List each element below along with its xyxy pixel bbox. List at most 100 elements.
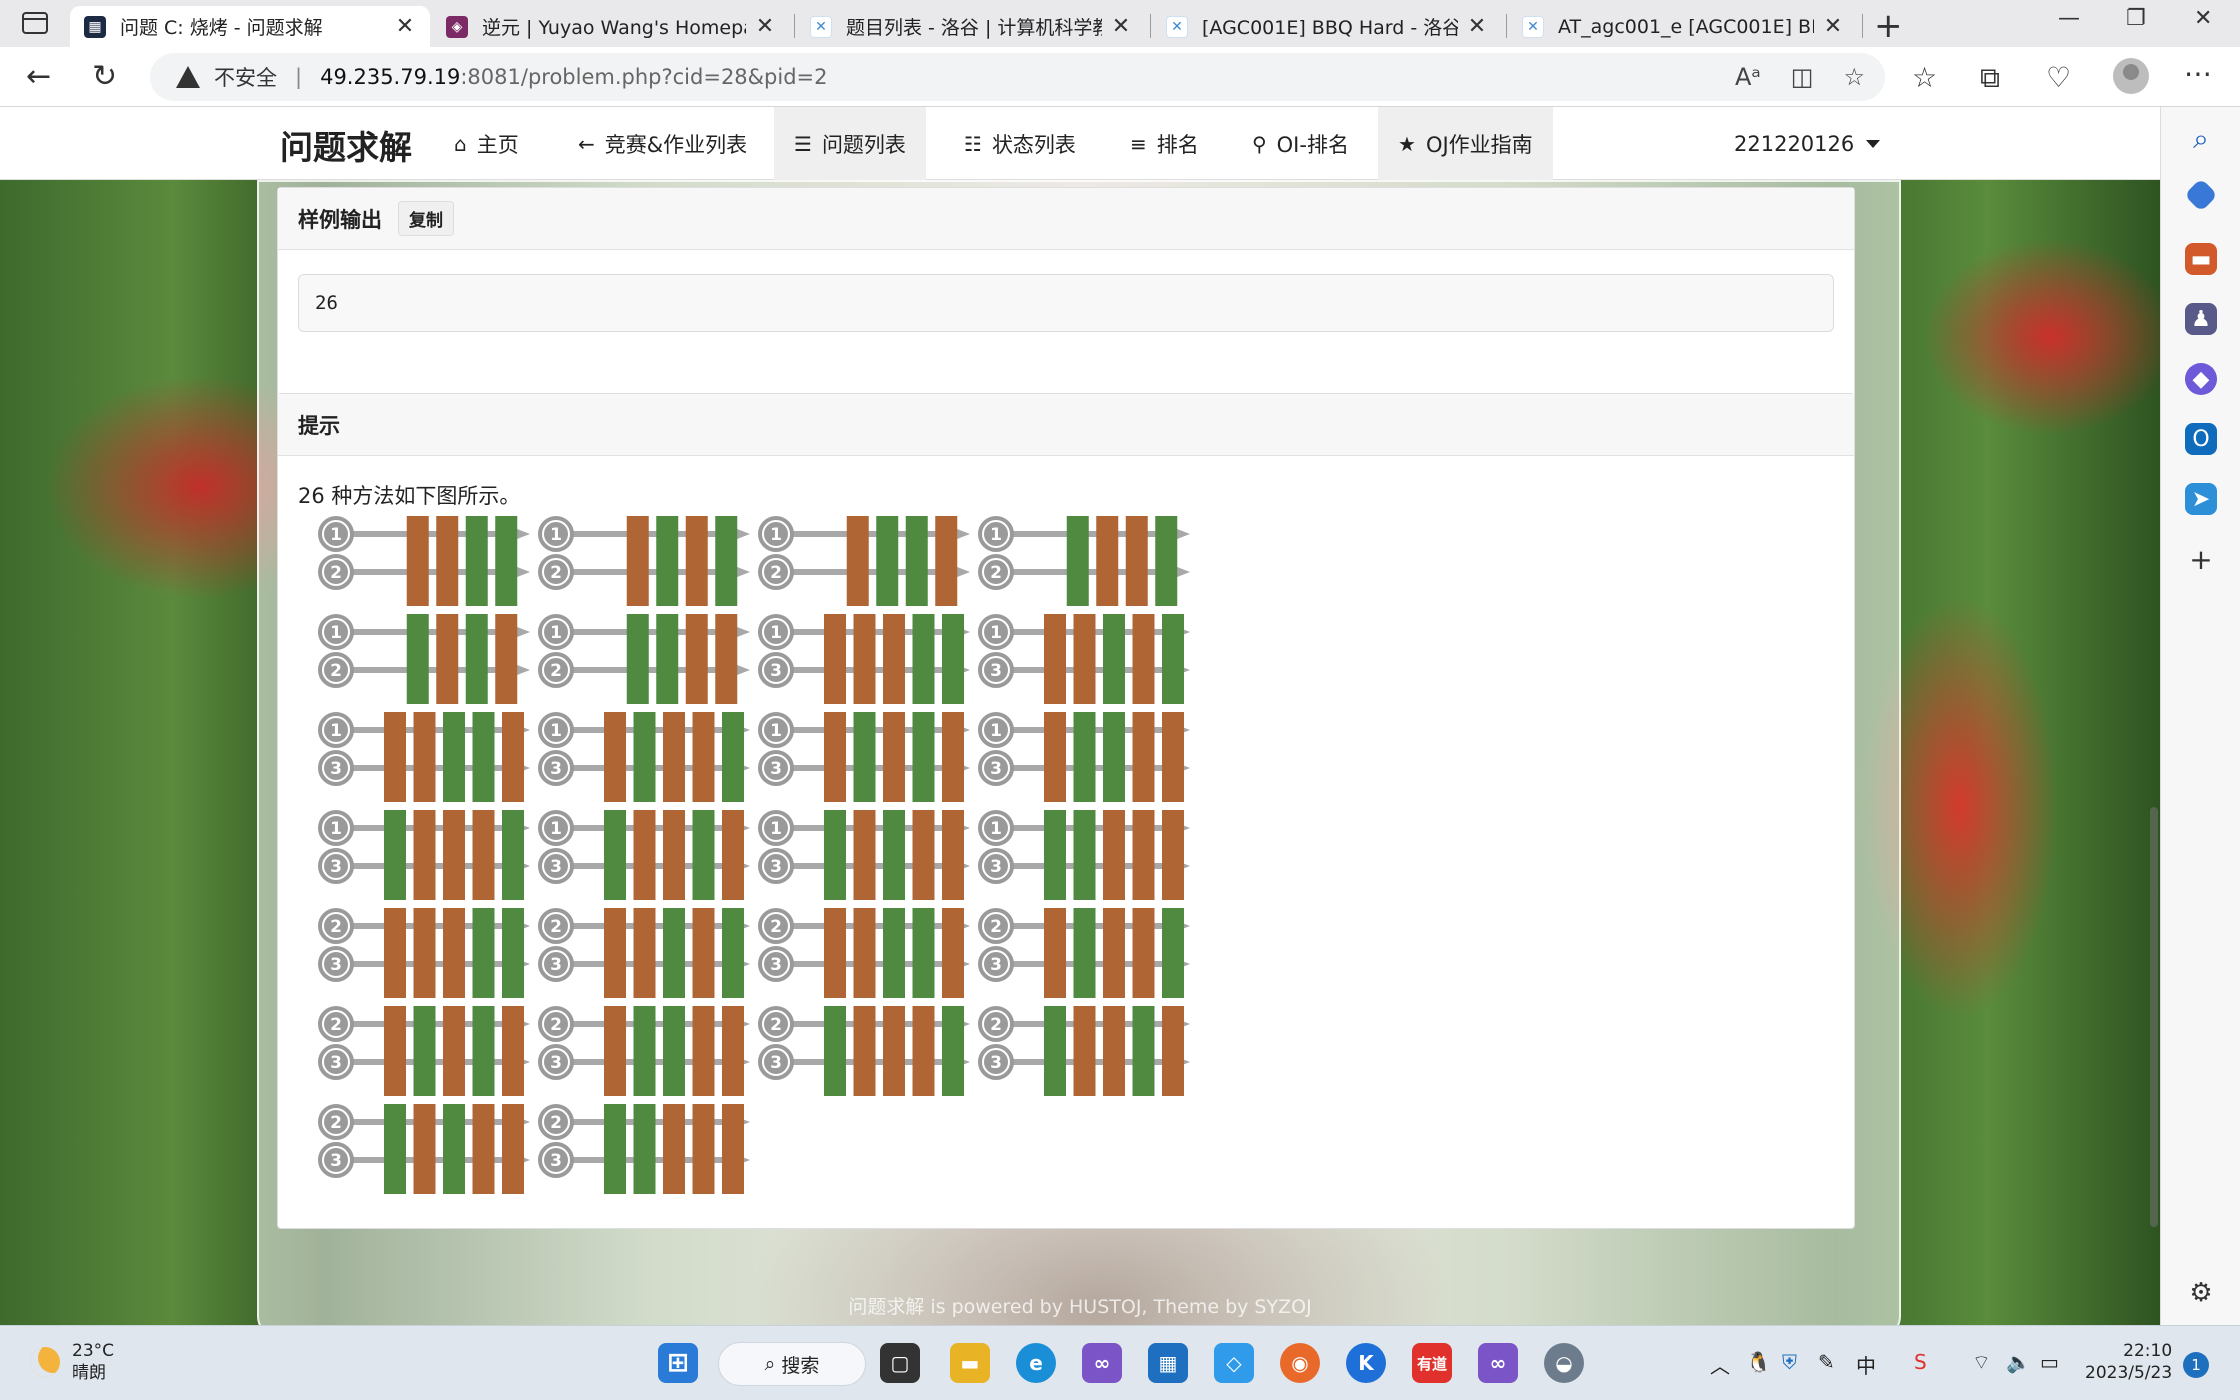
meat-piece <box>1073 614 1096 704</box>
sidebar-toolbox-icon[interactable]: ▬ <box>2185 243 2217 275</box>
edge-icon[interactable]: e <box>1016 1343 1056 1383</box>
skewer-combo: 13 <box>758 614 970 704</box>
sidebar-send-icon[interactable]: ➤ <box>2185 483 2217 515</box>
nav-home[interactable]: ⌂ 主页 <box>434 107 539 180</box>
page-scrollbar[interactable] <box>2150 807 2158 1227</box>
browser-essentials-icon[interactable]: ♡ <box>2046 61 2071 94</box>
app-circle-icon[interactable]: ◒ <box>1544 1343 1584 1383</box>
add-favorite-icon[interactable]: ☆ <box>1843 63 1865 91</box>
skewer-number-label: 2 <box>330 661 342 681</box>
tab-close-icon[interactable]: ✕ <box>754 14 776 39</box>
meat-piece <box>1073 1006 1096 1096</box>
task-view-icon[interactable]: ▢ <box>880 1343 920 1383</box>
skewer-number-label: 3 <box>330 955 342 975</box>
tab-close-icon[interactable]: ✕ <box>1466 14 1488 39</box>
tab-close-icon[interactable]: ✕ <box>1822 14 1844 39</box>
skewer-combo: 23 <box>538 1104 750 1194</box>
vs-preview-icon[interactable]: ∞ <box>1478 1343 1518 1383</box>
nav-ranking[interactable]: ≡ 排名 <box>1110 107 1219 180</box>
tab-actions-icon[interactable] <box>22 12 48 34</box>
start-icon[interactable]: ⊞ <box>658 1343 698 1383</box>
minimize-icon[interactable]: — <box>2058 6 2080 31</box>
nav-label: OJ作业指南 <box>1425 132 1533 157</box>
app-s-icon[interactable]: S <box>1914 1350 1927 1374</box>
meat-piece <box>436 614 459 704</box>
wifi-icon[interactable]: ⌔ <box>1972 1350 1991 1375</box>
tab-yuyao-homepage[interactable]: ◈ 逆元 | Yuyao Wang's Homepage ✕ <box>432 6 790 47</box>
store-icon[interactable]: ▦ <box>1148 1343 1188 1383</box>
pen-icon[interactable]: ✎ <box>1818 1350 1835 1374</box>
file-explorer-icon[interactable]: ▬ <box>950 1343 990 1383</box>
vegetable-piece <box>1132 1006 1155 1096</box>
split-screen-icon[interactable]: ◫ <box>1791 63 1814 91</box>
favorites-icon[interactable]: ☆ <box>1912 61 1937 94</box>
volume-icon[interactable]: 🔈 <box>2006 1350 2031 1374</box>
vegetable-piece <box>1103 614 1125 704</box>
back-icon[interactable]: ← <box>26 59 51 94</box>
insecure-label[interactable]: 不安全 <box>214 62 277 92</box>
notification-badge[interactable]: 1 <box>2183 1352 2209 1378</box>
sidebar-games-icon[interactable]: ♟ <box>2185 303 2217 335</box>
vegetable-piece <box>1073 908 1096 998</box>
tab-close-icon[interactable]: ✕ <box>394 14 416 39</box>
sidebar-tag-icon[interactable] <box>2184 178 2218 212</box>
more-options-icon[interactable]: ⋯ <box>2184 57 2212 90</box>
tab-close-icon[interactable]: ✕ <box>1110 14 1132 39</box>
skewer-number-label: 1 <box>770 819 782 839</box>
new-tab-button[interactable]: + <box>1874 6 1903 46</box>
nav-status[interactable]: ☷ 状态列表 <box>944 107 1096 180</box>
collections-icon[interactable]: ⧉ <box>1980 61 2000 95</box>
profile-avatar[interactable] <box>2113 58 2149 94</box>
tray-expand-icon[interactable]: ︿ <box>1710 1350 1730 1379</box>
tools-icon[interactable]: ◇ <box>1214 1343 1254 1383</box>
nav-contests[interactable]: ← 竞赛&作业列表 <box>558 107 767 180</box>
firefox-icon[interactable]: ◉ <box>1280 1343 1320 1383</box>
skewer-combo: 13 <box>318 810 530 900</box>
close-window-icon[interactable]: ✕ <box>2194 6 2212 31</box>
site-brand[interactable]: 问题求解 <box>280 121 412 169</box>
taskbar-search[interactable]: ⌕ 搜索 <box>718 1342 866 1386</box>
sidebar-m365-icon[interactable]: ◆ <box>2185 363 2217 395</box>
restore-icon[interactable]: ❐ <box>2126 6 2146 31</box>
sidebar-add-icon[interactable]: + <box>2185 543 2217 576</box>
meat-piece <box>692 712 715 802</box>
vegetable-piece <box>876 516 899 606</box>
defender-icon[interactable]: ⛨ <box>1782 1350 1797 1374</box>
youdao-icon[interactable]: 有道 <box>1412 1343 1452 1383</box>
skewer-number-label: 1 <box>990 721 1002 741</box>
tab-luogu-problem-list[interactable]: ✕ 题目列表 - 洛谷 | 计算机科学教育 ✕ <box>796 6 1146 47</box>
sidebar-settings-icon[interactable]: ⚙ <box>2185 1277 2217 1309</box>
skewer-number-label: 1 <box>550 721 562 741</box>
skewer-number-label: 1 <box>330 721 342 741</box>
weather-temp: 23°C <box>72 1341 115 1361</box>
k-app-icon[interactable]: K <box>1346 1343 1386 1383</box>
tab-problem-c[interactable]: ▦ 问题 C: 烧烤 - 问题求解 ✕ <box>70 6 430 47</box>
skewer-number-label: 1 <box>990 525 1002 545</box>
visual-studio-icon[interactable]: ∞ <box>1082 1343 1122 1383</box>
nav-problems[interactable]: ☰ 问题列表 <box>774 107 926 180</box>
skewer-combo: 13 <box>758 712 970 802</box>
copy-button[interactable]: 复制 <box>398 201 454 236</box>
address-bar[interactable]: 不安全 | 49.235.79.19 :8081/problem.php?cid… <box>150 53 1885 101</box>
nav-oi-ranking[interactable]: ⚲ OI-排名 <box>1232 107 1369 180</box>
tab-at-agc001e[interactable]: ✕ AT_agc001_e [AGC001E] BBQ Hard ✕ <box>1508 6 1858 47</box>
tab-luogu-agc001e[interactable]: ✕ [AGC001E] BBQ Hard - 洛谷 | 计算 ✕ <box>1152 6 1502 47</box>
refresh-icon[interactable]: ↻ <box>92 59 117 94</box>
skewer-number-label: 3 <box>330 1151 342 1171</box>
taskbar-clock[interactable]: 22:10 2023/5/23 <box>2085 1340 2172 1384</box>
ime-indicator[interactable]: 中 <box>1856 1350 1876 1379</box>
read-aloud-icon[interactable]: Aᵃ <box>1735 63 1761 91</box>
weather-widget[interactable]: 23°C 晴朗 <box>30 1340 114 1384</box>
nav-oj-guide[interactable]: ★ OJ作业指南 <box>1378 107 1553 180</box>
qq-icon[interactable]: 🐧 <box>1746 1350 1771 1374</box>
search-icon: ⌕ <box>764 1353 782 1375</box>
battery-icon[interactable]: ▭ <box>2040 1350 2059 1374</box>
sidebar-search-icon[interactable]: ⌕ <box>2185 122 2217 155</box>
star-icon: ★ <box>1398 131 1416 156</box>
meat-piece <box>472 1104 495 1194</box>
checklist-icon: ☷ <box>964 131 982 156</box>
sidebar-outlook-icon[interactable]: O <box>2185 423 2217 455</box>
vegetable-piece <box>626 614 649 704</box>
user-dropdown[interactable]: 221220126 <box>1734 107 1881 180</box>
meat-piece <box>384 712 406 802</box>
